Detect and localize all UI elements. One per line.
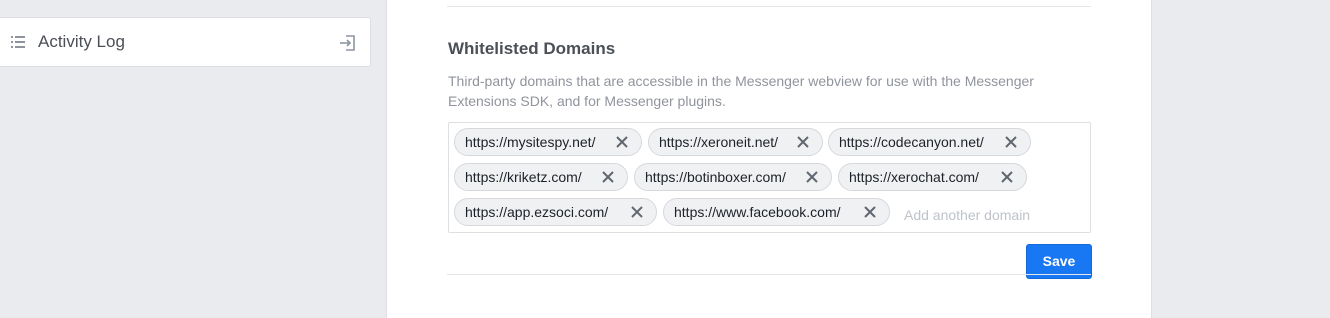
add-domain-input[interactable] [904, 205, 1084, 225]
divider [447, 274, 1091, 275]
domain-tag: https://botinboxer.com/ [634, 163, 832, 191]
close-icon[interactable] [805, 170, 819, 184]
domain-tag: https://www.facebook.com/ [663, 198, 890, 226]
close-icon[interactable] [601, 170, 615, 184]
domain-tag-label: https://mysitespy.net/ [465, 134, 596, 150]
close-icon[interactable] [1004, 135, 1018, 149]
section-description: Third-party domains that are accessible … [448, 73, 1034, 109]
domain-tag: https://kriketz.com/ [454, 163, 628, 191]
close-icon[interactable] [615, 135, 629, 149]
close-icon[interactable] [796, 135, 810, 149]
domain-tag-label: https://app.ezsoci.com/ [465, 204, 609, 220]
close-icon[interactable] [1000, 170, 1014, 184]
domain-tag: https://mysitespy.net/ [454, 128, 642, 156]
divider [447, 6, 1091, 7]
domain-tag: https://xerochat.com/ [838, 163, 1027, 191]
domain-tag-input[interactable]: https://mysitespy.net/ https://xeroneit.… [448, 122, 1091, 233]
domain-tag-label: https://xerochat.com/ [849, 169, 979, 185]
domain-tag: https://xeroneit.net/ [648, 128, 823, 156]
domain-tag-label: https://xeroneit.net/ [659, 134, 779, 150]
settings-panel: Whitelisted Domains Third-party domains … [386, 0, 1152, 318]
section-title: Whitelisted Domains [448, 39, 616, 58]
domain-tag-label: https://www.facebook.com/ [674, 204, 841, 220]
domain-tag-label: https://botinboxer.com/ [645, 169, 786, 185]
list-icon [11, 36, 25, 48]
domain-tag: https://app.ezsoci.com/ [454, 198, 657, 226]
domain-tag: https://codecanyon.net/ [828, 128, 1031, 156]
close-icon[interactable] [863, 205, 877, 219]
sidebar-item-label: Activity Log [38, 32, 125, 51]
domain-tag-label: https://codecanyon.net/ [839, 134, 984, 150]
exit-icon[interactable] [339, 34, 357, 52]
close-icon[interactable] [630, 205, 644, 219]
domain-tag-label: https://kriketz.com/ [465, 169, 582, 185]
sidebar-item-activity-log[interactable]: Activity Log [0, 17, 371, 67]
